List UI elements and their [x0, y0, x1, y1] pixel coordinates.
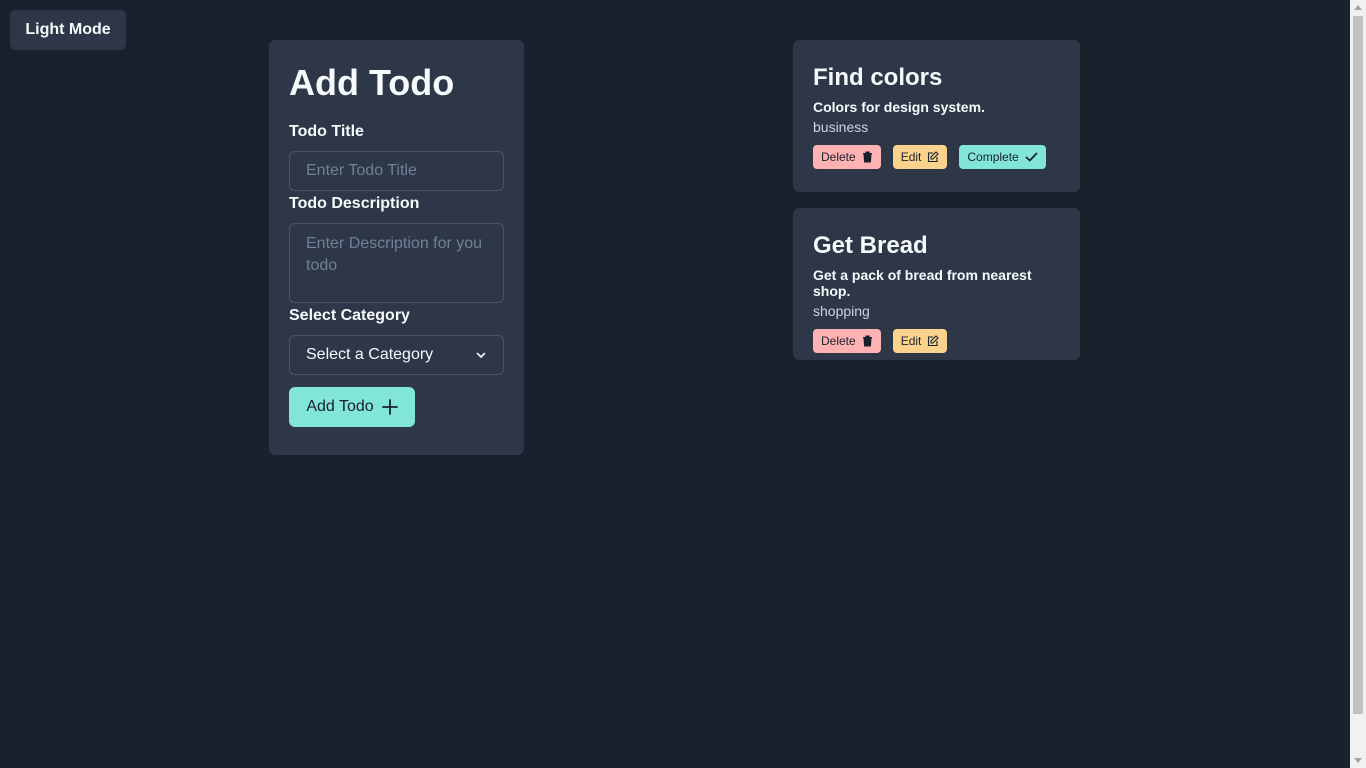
trash-icon [862, 151, 873, 163]
edit-icon [927, 151, 940, 163]
edit-button-label: Edit [900, 150, 922, 164]
todo-description: Colors for design system. [813, 99, 985, 115]
complete-button-label: Complete [967, 150, 1019, 164]
edit-icon [927, 335, 940, 347]
theme-toggle-button[interactable]: Light Mode [10, 10, 126, 50]
scroll-up-arrow-icon[interactable] [1354, 5, 1362, 10]
form-heading: Add Todo [289, 62, 455, 103]
delete-button-label: Delete [821, 150, 856, 164]
todo-title-input[interactable] [289, 151, 504, 191]
complete-button[interactable]: Complete [959, 145, 1046, 169]
delete-button-label: Delete [821, 334, 856, 348]
todo-title-label: Todo Title [289, 123, 364, 140]
todo-category: business [813, 119, 869, 135]
category-label: Select Category [289, 307, 410, 324]
todo-category: shopping [813, 303, 870, 319]
todo-title: Find colors [813, 64, 943, 91]
todo-title: Get Bread [813, 232, 928, 259]
check-icon [1025, 151, 1038, 163]
edit-button-label: Edit [900, 334, 922, 348]
add-todo-button[interactable]: Add Todo [289, 387, 415, 427]
category-select-value: Select a Category [306, 346, 434, 363]
plus-icon [381, 399, 398, 415]
todo-description: Get a pack of bread from nearest shop. [813, 267, 1032, 299]
category-select[interactable]: Select a Category [289, 335, 504, 375]
todo-actions: Delete Edit Complete [813, 145, 1060, 169]
scroll-down-arrow-icon[interactable] [1354, 758, 1362, 763]
add-todo-button-label: Add Todo [306, 398, 374, 415]
delete-button[interactable]: Delete [813, 145, 881, 169]
todo-description-label: Todo Description [289, 195, 420, 212]
todo-actions: Delete Edit [813, 329, 1060, 353]
chevron-down-icon [475, 349, 487, 361]
vertical-scrollbar[interactable] [1350, 0, 1366, 768]
scrollbar-thumb[interactable] [1353, 16, 1363, 714]
todo-card: Find colors Colors for design system. bu… [793, 40, 1080, 192]
delete-button[interactable]: Delete [813, 329, 881, 353]
add-todo-form: Add Todo Todo Title Todo Description Sel… [269, 40, 524, 455]
trash-icon [862, 335, 873, 347]
todo-card: Get Bread Get a pack of bread from neare… [793, 208, 1080, 360]
todo-description-input[interactable] [289, 223, 504, 303]
edit-button[interactable]: Edit [892, 145, 948, 169]
edit-button[interactable]: Edit [892, 329, 948, 353]
